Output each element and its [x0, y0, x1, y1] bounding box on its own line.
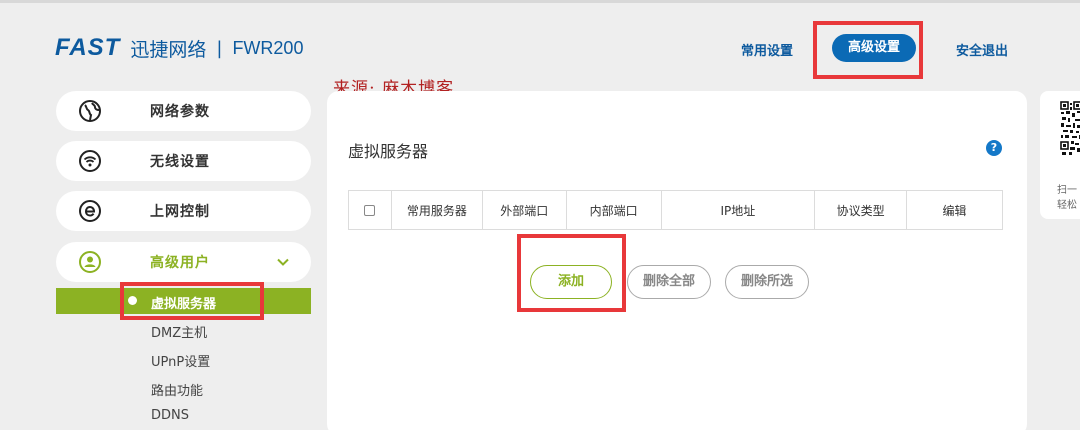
column-header: 内部端口: [565, 190, 662, 230]
brand-name: 迅捷网络: [130, 38, 207, 61]
subitem-virtual-server[interactable]: 虚拟服务器: [56, 288, 311, 314]
brand-separator: |: [216, 37, 223, 59]
internet-e-icon: [78, 199, 102, 223]
help-icon[interactable]: ?: [986, 140, 1002, 156]
sidebar-item-label: 高级用户: [150, 255, 210, 271]
subitem-routing[interactable]: 路由功能: [151, 380, 203, 399]
wifi-icon: [78, 149, 102, 173]
sidebar-item-advanced-user[interactable]: 高级用户: [56, 242, 311, 282]
delete-selected-button[interactable]: 删除所选: [725, 265, 809, 299]
brand: FAST 迅捷网络 | FWR200: [55, 34, 303, 62]
model-name: FWR200: [232, 37, 304, 58]
subitem-ddns[interactable]: DDNS: [151, 408, 189, 423]
sidebar-item-label: 上网控制: [150, 204, 210, 220]
nav-logout[interactable]: 安全退出: [956, 40, 1008, 59]
qr-caption-line1: 扫一: [1057, 185, 1077, 196]
qr-code-icon: [1060, 101, 1080, 157]
table-header-row: 常用服务器 外部端口 内部端口 IP地址 协议类型 编辑: [348, 190, 1003, 230]
qr-caption-line2: 轻松: [1057, 200, 1077, 211]
chevron-down-icon: [275, 254, 291, 270]
select-all-cell: [348, 190, 392, 230]
subitem-upnp[interactable]: UPnP设置: [151, 351, 210, 370]
user-icon: [78, 250, 102, 274]
column-header: 编辑: [906, 190, 1003, 230]
sidebar-item-internet-control[interactable]: 上网控制: [56, 191, 311, 231]
column-header: IP地址: [660, 190, 816, 230]
sidebar-item-label: 无线设置: [150, 154, 210, 170]
delete-all-button[interactable]: 删除全部: [627, 265, 711, 299]
nav-advanced-settings[interactable]: 高级设置: [832, 34, 916, 62]
column-header: 外部端口: [481, 190, 567, 230]
subitem-label: 虚拟服务器: [151, 297, 217, 312]
add-button[interactable]: 添加: [530, 265, 612, 299]
nav-common-settings[interactable]: 常用设置: [741, 40, 793, 59]
page-title: 虚拟服务器: [348, 142, 429, 161]
sidebar-item-network[interactable]: 网络参数: [56, 91, 311, 131]
fast-logo: FAST: [55, 34, 121, 61]
top-border: [0, 0, 1080, 3]
subitem-dmz[interactable]: DMZ主机: [151, 322, 207, 341]
sidebar-item-wireless[interactable]: 无线设置: [56, 141, 311, 181]
column-header: 协议类型: [814, 190, 908, 230]
sidebar-item-label: 网络参数: [150, 104, 210, 120]
main-panel: [327, 91, 1027, 430]
globe-icon: [78, 99, 102, 123]
select-all-checkbox[interactable]: [364, 205, 376, 216]
active-dot-icon: [128, 296, 137, 305]
virtual-server-table: 常用服务器 外部端口 内部端口 IP地址 协议类型 编辑: [348, 190, 1003, 230]
column-header: 常用服务器: [390, 190, 483, 230]
